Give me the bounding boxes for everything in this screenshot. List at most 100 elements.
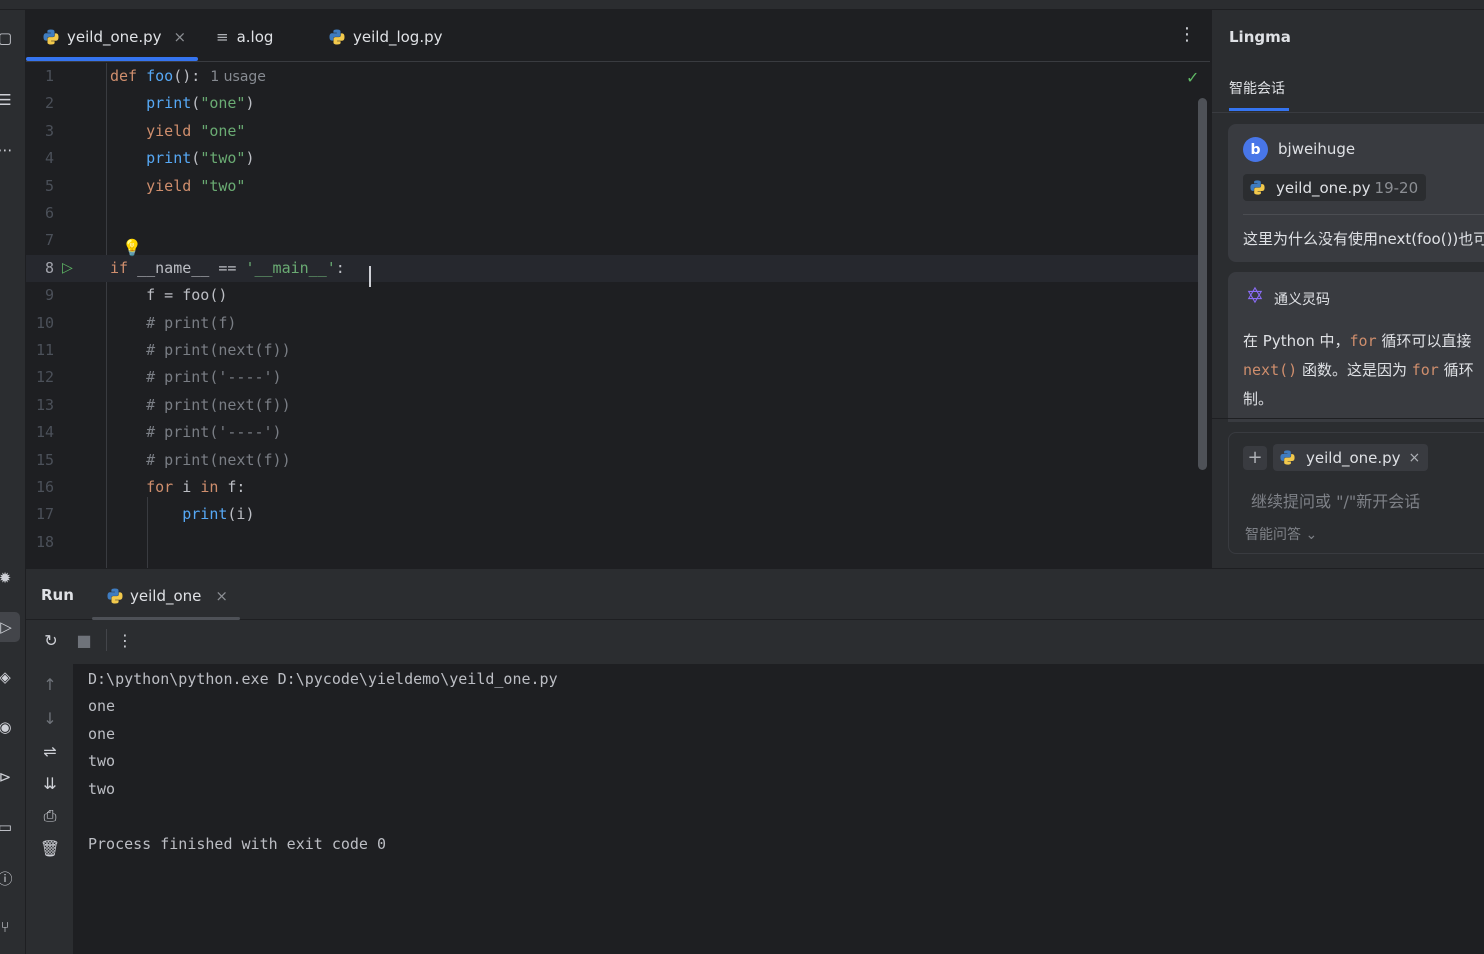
tab-yeild-log[interactable]: yeild_log.py [328, 24, 443, 50]
text-caret [369, 266, 371, 287]
more-options-icon[interactable]: ⋮ [1178, 24, 1196, 48]
scroll-down-icon[interactable]: ↓ [39, 708, 61, 730]
console-line: one [88, 725, 116, 743]
code-token: "one" [200, 121, 246, 140]
line-number[interactable]: 14 [26, 419, 54, 446]
code-line[interactable]: 13 # print(next(f)) [26, 392, 1198, 419]
code-token: foo [146, 67, 174, 85]
code-line[interactable]: 17 print(i) [26, 501, 1198, 528]
code-line[interactable]: 11 # print(next(f)) [26, 337, 1198, 364]
usage-hint[interactable]: 1 usage [210, 69, 266, 85]
line-number[interactable]: 11 [26, 337, 54, 364]
line-number[interactable]: 4 [26, 145, 54, 172]
code-line[interactable]: 5 yield "two" [26, 173, 1198, 200]
console-output[interactable]: D:\python\python.exe D:\pycode\yieldemo\… [74, 664, 1484, 954]
line-number[interactable]: 3 [26, 118, 54, 145]
close-tab-icon[interactable]: × [215, 587, 228, 605]
code-line[interactable]: 14 # print('----') [26, 419, 1198, 446]
problems-icon[interactable]: ⓘ [0, 867, 16, 889]
print-icon[interactable]: ⎙ [39, 805, 61, 827]
tab-label: yeild_one [130, 587, 202, 605]
window-top-strip [0, 0, 1484, 10]
code-token: "one" [200, 94, 246, 113]
run-tool-icon[interactable]: ▷ [0, 612, 20, 642]
line-number[interactable]: 1 [26, 63, 54, 90]
line-number[interactable]: 5 [26, 173, 54, 200]
line-number[interactable]: 2 [26, 90, 54, 117]
code-line[interactable]: 1 def foo(): 1 usage [26, 63, 1198, 90]
remove-file-icon[interactable]: × [1409, 450, 1421, 466]
inline-code: for [1349, 332, 1377, 350]
run-gutter-icon[interactable]: ▷ [62, 260, 73, 276]
line-number[interactable]: 12 [26, 364, 54, 391]
tab-yeild-one[interactable]: yeild_one.py × [42, 24, 186, 50]
line-number[interactable]: 15 [26, 447, 54, 474]
code-token: # print('----') [146, 368, 282, 387]
run-config-tab[interactable]: yeild_one × [106, 584, 228, 608]
terminal-icon[interactable]: ▭ [0, 816, 16, 838]
user-name: bjweihuge [1278, 140, 1356, 158]
git-icon[interactable]: ⑂ [0, 916, 16, 938]
context-file-chip[interactable]: yeild_one.py × [1273, 444, 1429, 471]
lightbulb-icon[interactable]: 💡 [122, 238, 142, 257]
console-line: two [88, 780, 116, 798]
line-number[interactable]: 17 [26, 501, 54, 528]
close-tab-icon[interactable]: × [174, 28, 187, 46]
add-context-button[interactable]: + [1243, 446, 1267, 470]
file-reference-chip[interactable]: yeild_one.py 19-20 [1243, 174, 1427, 201]
line-number[interactable]: 7 [26, 227, 54, 254]
more-options-icon[interactable]: ⋮ [114, 630, 136, 652]
tab-label: a.log [236, 28, 274, 46]
code-line[interactable]: 9 f = foo() [26, 282, 1198, 309]
tab-a-log[interactable]: ≡ a.log [216, 24, 273, 50]
more-tools-icon[interactable]: ⋯ [0, 139, 16, 161]
mode-dropdown[interactable]: 智能问答 ⌄ [1245, 524, 1317, 544]
console-line: D:\python\python.exe D:\pycode\yieldemo\… [88, 670, 558, 688]
tab-smart-chat[interactable]: 智能会话 [1229, 78, 1285, 98]
code-line[interactable]: 2 print("one") [26, 90, 1198, 117]
editor-scrollbar[interactable] [1198, 98, 1207, 470]
console-line: two [88, 752, 116, 770]
stop-icon[interactable]: ■ [73, 630, 95, 652]
panel-title: Run [41, 586, 74, 604]
line-number[interactable]: 9 [26, 282, 54, 309]
code-token: ) [245, 94, 255, 113]
line-number[interactable]: 16 [26, 474, 54, 501]
code-line[interactable]: 8 if __name__ == '__main__': [26, 254, 1198, 282]
debug-icon[interactable]: ✹ [0, 567, 16, 589]
code-text: print(i) [110, 501, 254, 528]
code-text: print("one") [110, 90, 255, 117]
code-line[interactable]: 3 yield "one" [26, 118, 1198, 145]
inline-code: for [1411, 361, 1439, 379]
line-number[interactable]: 13 [26, 392, 54, 419]
code-line[interactable]: 7 [26, 227, 1198, 254]
trash-icon[interactable]: 🗑 [39, 838, 61, 860]
services-icon[interactable]: ⊳ [0, 766, 16, 788]
code-text: # print(next(f)) [110, 337, 291, 364]
code-line[interactable]: 15 # print(next(f)) [26, 447, 1198, 474]
line-number[interactable]: 8 [26, 255, 54, 282]
code-line[interactable]: 6 [26, 200, 1198, 227]
code-line[interactable]: 12 # print('----') [26, 364, 1198, 391]
python-packages-icon[interactable]: ◈ [0, 666, 16, 688]
code-line[interactable]: 4 print("two") [26, 145, 1198, 172]
line-number[interactable]: 6 [26, 200, 54, 227]
code-line[interactable]: 10 # print(f) [26, 310, 1198, 337]
rerun-icon[interactable]: ↻ [40, 630, 62, 652]
code-line[interactable]: 16 for i in f: [26, 474, 1198, 501]
code-text: f = foo() [110, 282, 227, 309]
code-area[interactable]: 1 def foo(): 1 usage 2 print("one") 3 yield … [26, 63, 1210, 568]
scroll-to-end-icon[interactable]: ⇊ [39, 773, 61, 795]
scroll-up-icon[interactable]: ↑ [39, 674, 61, 696]
code-line[interactable]: 18 [26, 529, 1198, 556]
line-number[interactable]: 18 [26, 529, 54, 556]
soft-wrap-icon[interactable]: ⇌ [39, 741, 61, 763]
structure-icon[interactable]: ☰ [0, 89, 16, 111]
project-icon[interactable]: ▢ [0, 27, 16, 49]
python-console-icon[interactable]: ◉ [0, 716, 16, 738]
code-text: yield "one" [110, 118, 245, 145]
chat-input[interactable] [1251, 489, 1481, 513]
code-token: print [182, 505, 228, 524]
line-number[interactable]: 10 [26, 310, 54, 337]
